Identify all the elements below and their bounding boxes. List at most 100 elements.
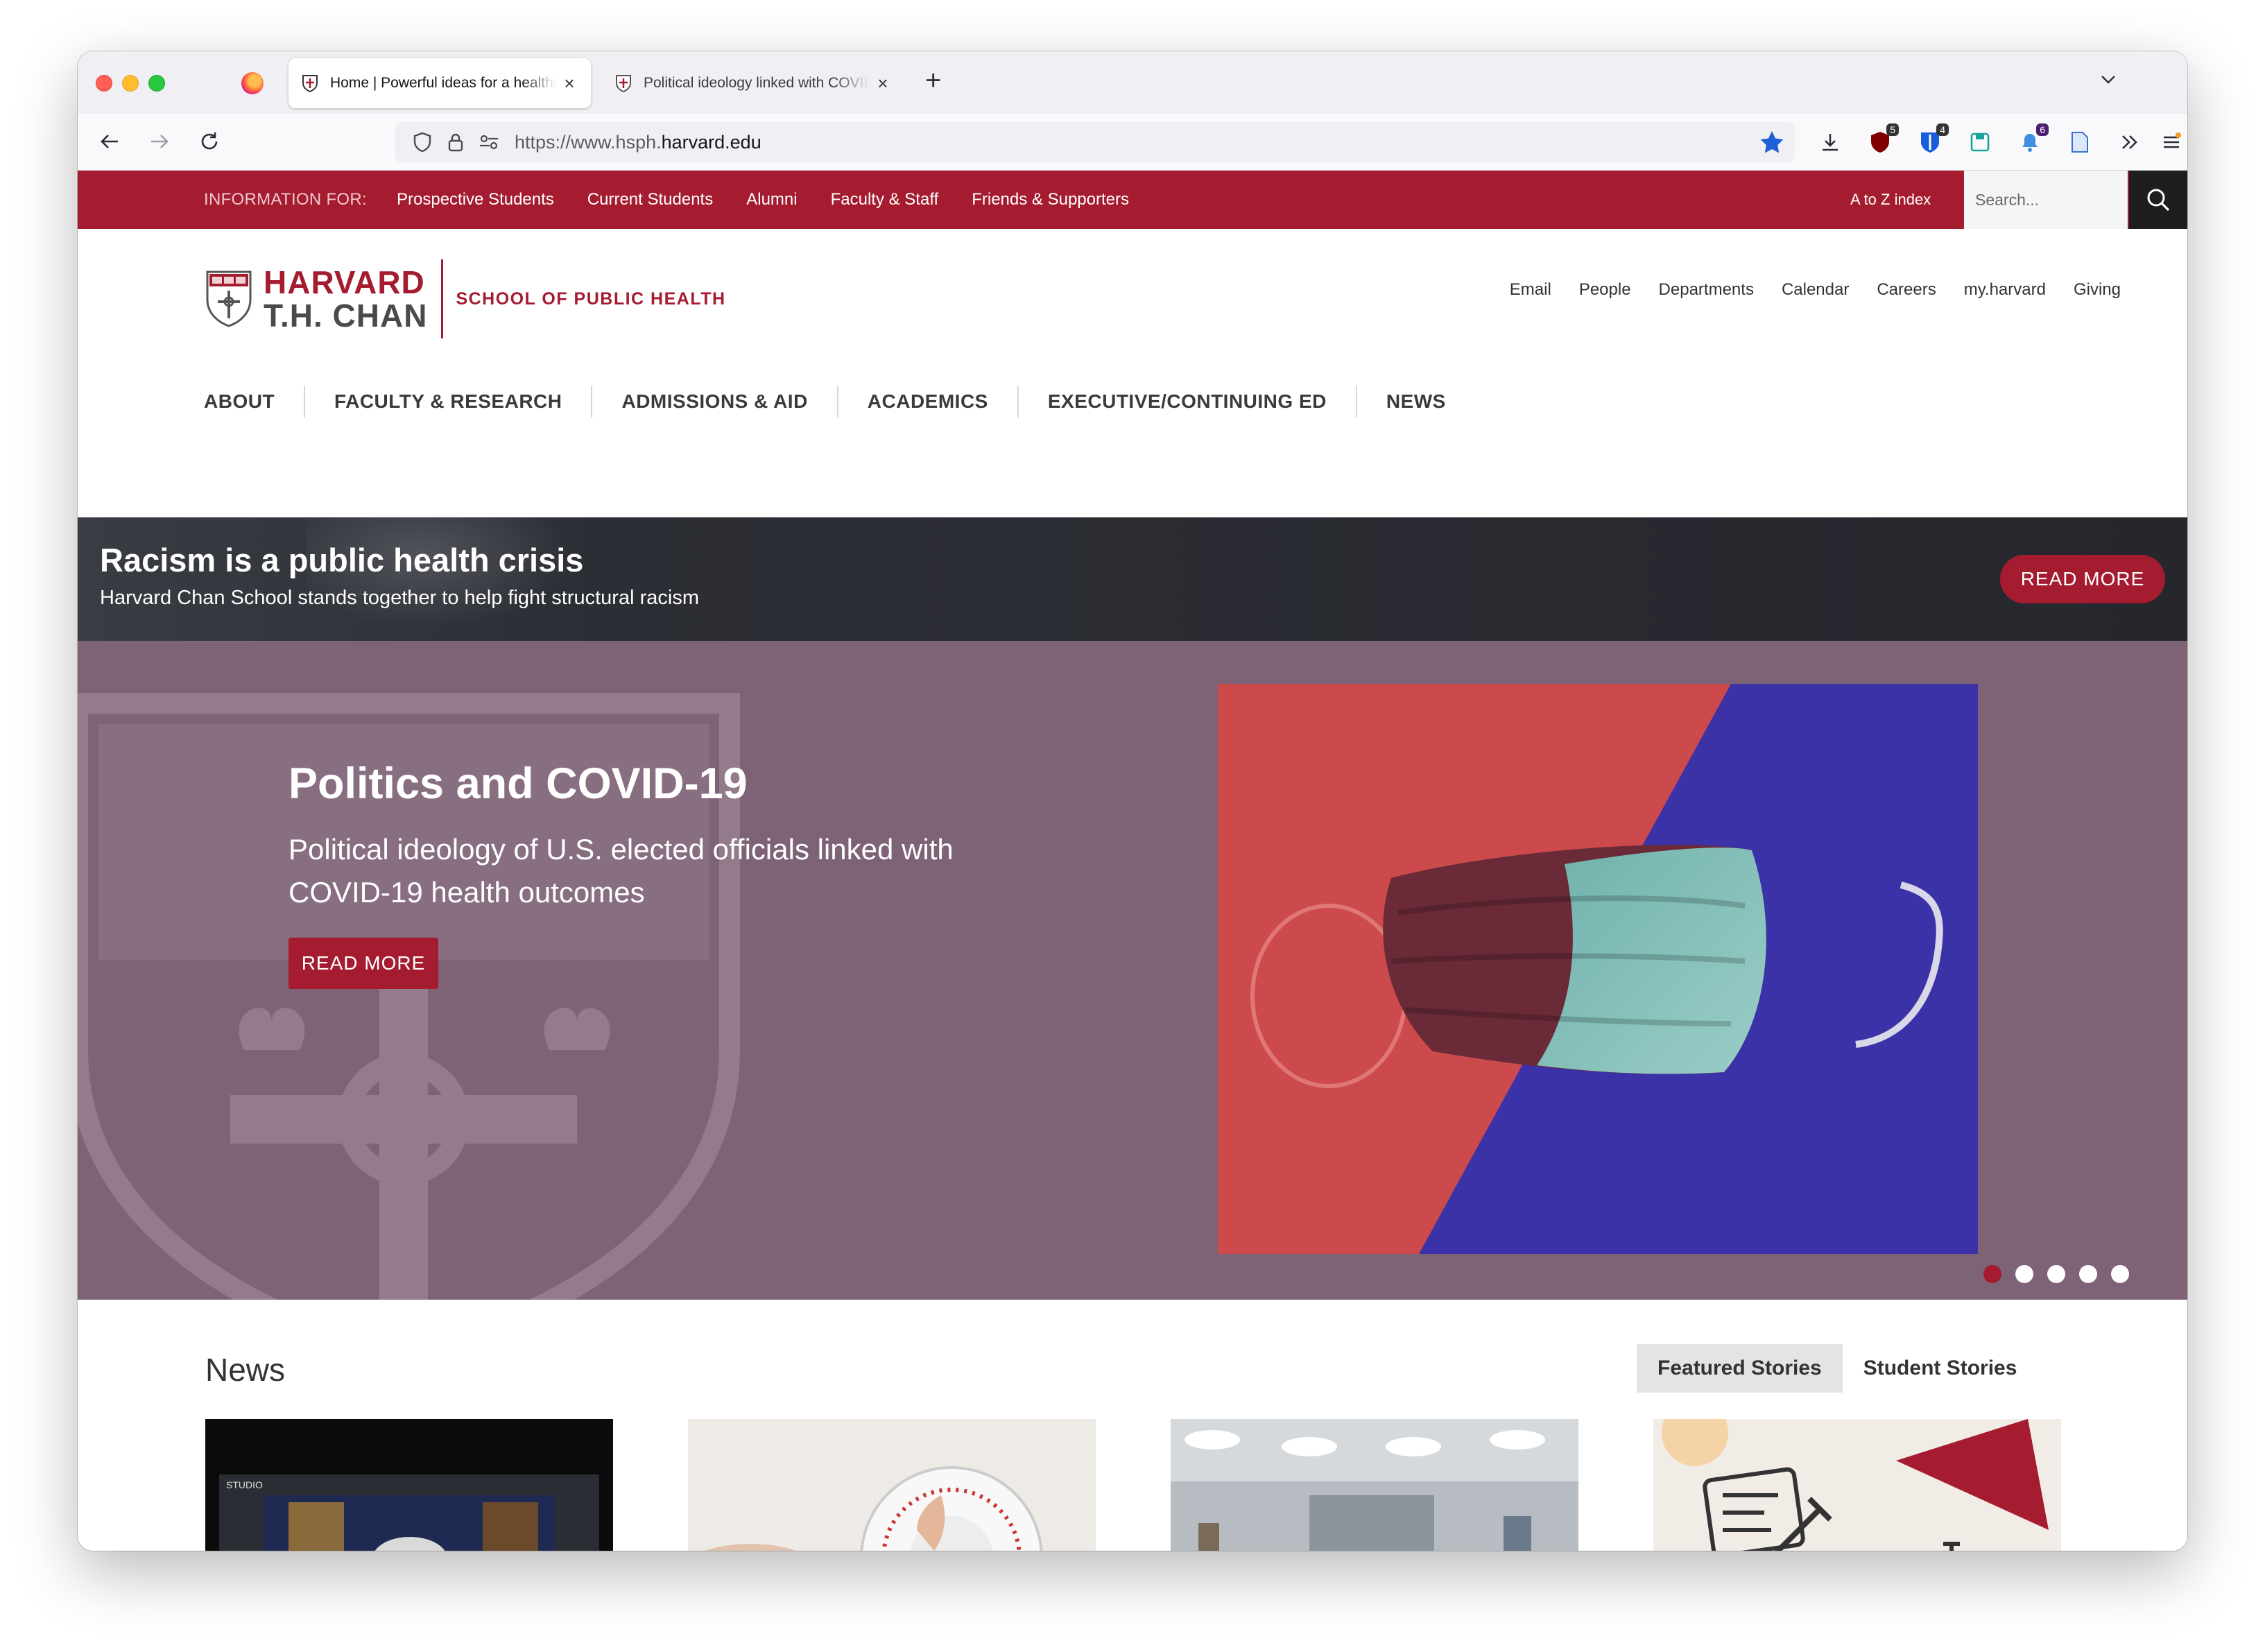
tab-bar: Home | Powerful ideas for a healthier wo…: [78, 51, 2187, 114]
news-card-studio-video[interactable]: STUDIO: [205, 1419, 613, 1551]
link-prospective-students[interactable]: Prospective Students: [397, 171, 554, 229]
browser-tab-home[interactable]: Home | Powerful ideas for a healthier wo…: [288, 58, 591, 108]
util-link-myharvard[interactable]: my.harvard: [1964, 280, 2046, 300]
logo-line-harvard: HARVARD: [264, 264, 425, 300]
link-alumni[interactable]: Alumni: [746, 171, 797, 229]
util-link-careers[interactable]: Careers: [1877, 280, 1936, 300]
hero-subtitle: Political ideology of U.S. elected offic…: [288, 833, 954, 909]
close-window-button[interactable]: [96, 75, 112, 92]
document-icon[interactable]: [2065, 128, 2094, 157]
news-section: News Featured Stories Student Stories ST…: [78, 1300, 2187, 1551]
browser-tab-political[interactable]: Political ideology linked with COVID-19 …: [602, 58, 904, 108]
util-link-departments[interactable]: Departments: [1659, 280, 1754, 300]
minimize-window-button[interactable]: [122, 75, 139, 92]
close-tab-icon[interactable]: ×: [874, 73, 892, 94]
link-faculty-staff[interactable]: Faculty & Staff: [831, 171, 939, 229]
ublock-icon[interactable]: 5: [1866, 123, 1899, 157]
hero-title[interactable]: Politics and COVID-19: [288, 759, 748, 809]
ublock-badge: 5: [1886, 123, 1899, 136]
studio-label: STUDIO: [226, 1479, 263, 1490]
news-tabs: Featured Stories Student Stories: [1637, 1344, 2038, 1393]
nav-executive-continuing-ed[interactable]: EXECUTIVE/CONTINUING ED: [1019, 386, 1357, 418]
util-link-email[interactable]: Email: [1510, 280, 1551, 300]
notifications-badge: 6: [2036, 123, 2049, 136]
news-heading: News: [205, 1352, 286, 1388]
util-link-giving[interactable]: Giving: [2074, 280, 2121, 300]
bitwarden-badge: 4: [1936, 123, 1949, 136]
carousel-dot-5[interactable]: [2111, 1265, 2129, 1283]
nav-news[interactable]: NEWS: [1357, 386, 1475, 418]
audience-links: Prospective Students Current Students Al…: [397, 171, 1162, 229]
util-link-people[interactable]: People: [1579, 280, 1631, 300]
banner-background-photo: [307, 517, 598, 641]
site-search-input[interactable]: [1964, 171, 2128, 229]
link-current-students[interactable]: Current Students: [587, 171, 713, 229]
chevron-down-icon[interactable]: [2099, 69, 2118, 94]
news-card-vaccine-illustration[interactable]: [1653, 1419, 2061, 1551]
nav-about[interactable]: ABOUT: [197, 386, 306, 418]
tab-title: Home | Powerful ideas for a healthier wo…: [330, 75, 556, 91]
app-menu-icon[interactable]: [2157, 128, 2186, 157]
hero-mask-photo[interactable]: [1218, 684, 1978, 1254]
veritas-shield-icon: [206, 270, 252, 327]
back-arrow-icon[interactable]: [94, 126, 125, 157]
school-name: SCHOOL OF PUBLIC HEALTH: [456, 289, 726, 309]
close-tab-icon[interactable]: ×: [560, 73, 578, 94]
url-domain: harvard.edu: [661, 131, 761, 153]
web-page: INFORMATION FOR: Prospective Students Cu…: [78, 171, 2187, 1551]
nav-academics[interactable]: ACADEMICS: [838, 386, 1019, 418]
carousel-dot-3[interactable]: [2047, 1265, 2065, 1283]
tab-featured-stories[interactable]: Featured Stories: [1637, 1344, 1843, 1393]
url-prefix: https://www.hsph.: [515, 131, 662, 153]
a-to-z-index-link[interactable]: A to Z index: [1850, 171, 1931, 229]
harvard-chan-logo[interactable]: HARVARD T.H. CHAN SCHOOL OF PUBLIC HEALT…: [205, 259, 726, 338]
lock-icon[interactable]: [444, 130, 467, 154]
new-tab-button[interactable]: +: [925, 67, 941, 94]
site-permissions-icon[interactable]: [477, 130, 501, 154]
bitwarden-icon[interactable]: 4: [1915, 123, 1949, 157]
information-for-bar: INFORMATION FOR: Prospective Students Cu…: [78, 171, 2187, 229]
link-friends-supporters[interactable]: Friends & Supporters: [972, 171, 1129, 229]
address-bar[interactable]: https://www.hsph.harvard.edu: [395, 122, 1795, 162]
zoom-window-button[interactable]: [148, 75, 165, 92]
save-extension-icon[interactable]: [1965, 128, 1995, 157]
logo-divider: [441, 259, 444, 338]
harvard-shield-icon: [614, 74, 632, 93]
logo-wordmark: HARVARD T.H. CHAN: [264, 266, 427, 332]
carousel-dot-2[interactable]: [2015, 1265, 2033, 1283]
more-tools-chevrons-icon[interactable]: [2115, 128, 2144, 157]
reload-icon[interactable]: [194, 126, 225, 157]
harvard-shield-icon: [301, 74, 319, 93]
firefox-view-icon[interactable]: [241, 72, 264, 94]
hallway-thumbnail: [1171, 1419, 1578, 1551]
browser-window: Home | Powerful ideas for a healthier wo…: [78, 51, 2187, 1551]
downloads-icon[interactable]: [1816, 128, 1845, 157]
vaccine-illustration-thumbnail: [1653, 1419, 2061, 1551]
nav-faculty-research[interactable]: FACULTY & RESEARCH: [305, 386, 593, 418]
news-card-bmi-wheel[interactable]: [688, 1419, 1096, 1551]
tracking-shield-icon[interactable]: [411, 130, 434, 154]
bookmark-star-icon[interactable]: [1759, 129, 1785, 155]
tab-student-stories[interactable]: Student Stories: [1843, 1344, 2038, 1393]
site-header: HARVARD T.H. CHAN SCHOOL OF PUBLIC HEALT…: [78, 229, 2187, 456]
carousel-dot-4[interactable]: [2079, 1265, 2097, 1283]
navigation-toolbar: https://www.hsph.harvard.edu 5 4 6: [78, 114, 2187, 171]
racism-alert-banner: Racism is a public health crisis Harvard…: [78, 517, 2187, 641]
carousel-pagination: [1983, 1265, 2143, 1283]
bmi-wheel-thumbnail: [688, 1419, 1096, 1551]
hero-read-more-button[interactable]: READ MORE: [288, 938, 438, 989]
url-text[interactable]: https://www.hsph.harvard.edu: [515, 132, 761, 153]
notifications-extension-icon[interactable]: 6: [2015, 123, 2049, 157]
nav-admissions-aid[interactable]: ADMISSIONS & AID: [592, 386, 838, 418]
forward-arrow-icon[interactable]: [144, 126, 175, 157]
carousel-dot-1[interactable]: [1983, 1265, 2001, 1283]
studio-video-thumbnail: STUDIO: [205, 1419, 613, 1551]
alert-read-more-button[interactable]: READ MORE: [2000, 555, 2165, 603]
tab-title: Political ideology linked with COVID-19: [644, 75, 870, 91]
alert-subtitle: Harvard Chan School stands together to h…: [100, 587, 699, 609]
search-icon[interactable]: [2129, 171, 2187, 229]
util-link-calendar[interactable]: Calendar: [1782, 280, 1849, 300]
alert-title[interactable]: Racism is a public health crisis: [100, 541, 583, 579]
news-card-hallway[interactable]: [1171, 1419, 1578, 1551]
logo-line-chan: T.H. CHAN: [264, 298, 428, 334]
